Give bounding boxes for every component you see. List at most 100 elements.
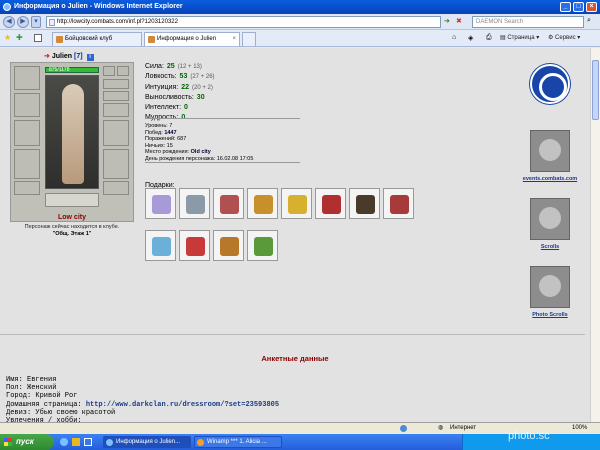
url-field[interactable]: http://lowcity.combats.com/inf.pl?120312…	[46, 16, 441, 28]
search-icon[interactable]: ⌕	[587, 17, 591, 25]
hp-text: 875/1178	[49, 67, 70, 73]
gift-item[interactable]	[179, 230, 210, 261]
tab-close-icon[interactable]: ×	[232, 33, 236, 46]
gift-item[interactable]	[315, 188, 346, 219]
scrolls-link[interactable]: Scrolls	[510, 244, 590, 250]
info-icon[interactable]: i	[86, 54, 94, 61]
boots-slot[interactable]	[103, 181, 129, 195]
gift-item[interactable]	[179, 188, 210, 219]
zoom-level[interactable]: 100%	[572, 423, 587, 434]
quicklaunch-folder-icon[interactable]	[72, 438, 80, 446]
windows-logo-icon	[4, 438, 12, 446]
gift-item[interactable]	[281, 188, 312, 219]
character-room: "Общ. Этаж 1"	[52, 231, 92, 237]
favorites-star-icon[interactable]: ★	[4, 33, 11, 42]
helmet-slot[interactable]	[14, 66, 40, 90]
offhand-weapon-slot[interactable]	[103, 120, 129, 146]
stat-breakdown: (12 + 13)	[177, 64, 202, 70]
photo-scrolls-banner[interactable]	[530, 266, 570, 308]
earring-slot[interactable]	[103, 66, 115, 76]
tab-combat-club[interactable]: Бойцовский клуб	[52, 32, 142, 46]
birthplace-value: Old city	[190, 149, 211, 156]
gift-item[interactable]	[213, 230, 244, 261]
forward-button[interactable]: ▶	[17, 16, 29, 28]
character-name-text[interactable]: Julien	[52, 53, 72, 60]
character-city: Low city	[57, 214, 86, 221]
stop-icon[interactable]: ✖	[456, 17, 462, 25]
stat-value: 25	[166, 63, 175, 70]
birthplace-label: Место рождения:	[145, 149, 191, 156]
stat-label: Сила:	[145, 63, 164, 70]
events-banner[interactable]	[530, 130, 570, 172]
service-menu[interactable]: ⚙ Сервис ▾	[548, 34, 580, 41]
start-button[interactable]: пуск	[0, 434, 54, 450]
gift-item[interactable]	[349, 188, 380, 219]
task-winamp[interactable]: Winamp *** 1. Alicia ...	[194, 436, 282, 448]
pants-slot[interactable]	[103, 149, 129, 179]
armor-slot[interactable]	[14, 149, 40, 179]
go-icon[interactable]: ➜	[444, 17, 450, 25]
print-icon[interactable]: ⎙	[486, 34, 492, 42]
gift-item[interactable]	[145, 188, 176, 219]
minimize-button[interactable]: _	[560, 2, 571, 12]
profile-homepage: Домашняя страница: http://www.darkclan.r…	[6, 401, 406, 409]
stat-label: Интеллект:	[145, 104, 182, 112]
close-button[interactable]: ×	[586, 2, 597, 12]
weapon-slot[interactable]	[14, 120, 40, 146]
add-favorites-icon[interactable]: ✚	[16, 33, 23, 42]
quicklaunch-ie-icon[interactable]	[60, 438, 68, 446]
page-menu-label: Страница	[507, 35, 535, 41]
divider	[145, 118, 300, 119]
maximize-button[interactable]: □	[573, 2, 584, 12]
new-tab-button[interactable]	[242, 32, 256, 46]
ring-slots[interactable]	[103, 79, 129, 89]
back-button[interactable]: ◀	[3, 16, 15, 28]
ie-icon	[3, 3, 11, 11]
quick-tabs-icon[interactable]	[34, 34, 42, 42]
history-dropdown-button[interactable]: ▾	[31, 16, 41, 28]
scrollbar-thumb[interactable]	[592, 60, 599, 120]
task-ie-icon	[106, 439, 113, 446]
gift-item[interactable]	[247, 230, 278, 261]
zone-label: Интернет	[450, 425, 477, 431]
service-menu-label: Сервис	[555, 35, 576, 41]
feeds-icon[interactable]: ◈	[468, 34, 473, 42]
gift-icon	[390, 195, 409, 214]
tab-info-julien[interactable]: Информация о Julien ×	[144, 32, 240, 46]
events-link[interactable]: events.combats.com	[510, 176, 590, 182]
amulet-slot[interactable]	[117, 66, 129, 76]
gift-item[interactable]	[383, 188, 414, 219]
gift-item[interactable]	[145, 230, 176, 261]
combats-logo[interactable]	[530, 64, 570, 104]
character-avatar[interactable]	[45, 75, 99, 189]
gloves-slot[interactable]	[103, 103, 129, 117]
profile-name: Имя: Евгения	[6, 376, 57, 384]
home-icon[interactable]: ⌂	[452, 34, 456, 41]
bracers-slot[interactable]	[14, 93, 40, 117]
wins-label: Побед:	[145, 129, 165, 136]
quicklaunch-desktop-icon[interactable]	[84, 438, 92, 446]
task-winamp-label: Winamp *** 1. Alicia ...	[207, 439, 267, 445]
homepage-link[interactable]: http://www.darkclan.ru/dressroom/?set=23…	[86, 401, 279, 409]
stat-value: 53	[179, 73, 188, 81]
task-ie[interactable]: Информация о Julien...	[103, 436, 191, 448]
gift-item[interactable]	[247, 188, 278, 219]
profile-city: Город: Кривой Рог	[6, 392, 78, 401]
gift-icon	[220, 195, 239, 214]
scrolls-banner[interactable]	[530, 198, 570, 240]
photo-scrolls-link[interactable]: Photo Scrolls	[510, 312, 590, 318]
watermark: photo.sc	[508, 430, 550, 442]
ring-slots-2[interactable]	[103, 91, 129, 101]
record-level: Уровень: 7	[145, 123, 173, 129]
stat-row: Ловкость: 53 (27 + 26)	[145, 72, 305, 82]
stat-value: 22	[181, 83, 190, 91]
belt-slot[interactable]	[14, 181, 40, 195]
vertical-scrollbar[interactable]	[590, 48, 600, 434]
align-emblem	[45, 193, 99, 207]
stat-value: 0	[184, 104, 188, 112]
search-input[interactable]: DAEMON Search	[472, 16, 584, 28]
stat-row: Выносливость: 30	[145, 93, 305, 103]
stat-breakdown: (27 + 26)	[190, 74, 215, 81]
page-menu[interactable]: ▤ Страница ▾	[500, 34, 539, 41]
gift-item[interactable]	[213, 188, 244, 219]
